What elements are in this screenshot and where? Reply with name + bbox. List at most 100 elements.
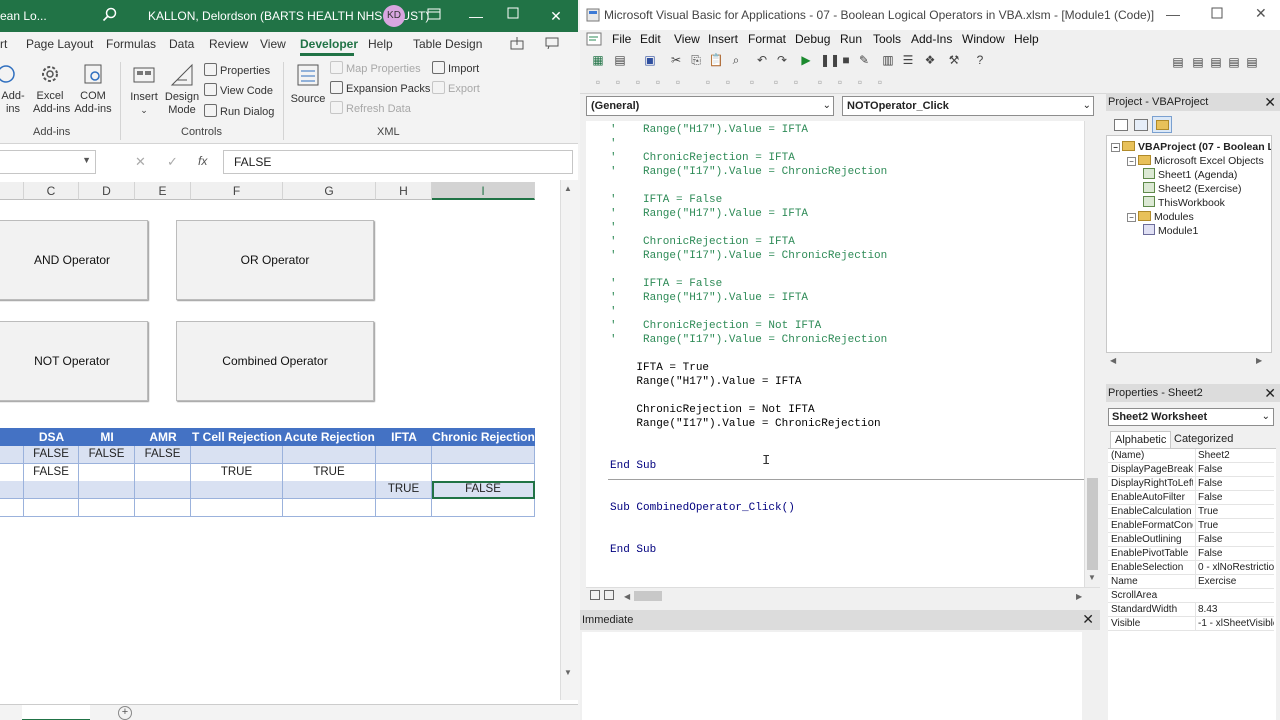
toolbox-icon[interactable]: ⚒ [946, 52, 962, 68]
menu-debug[interactable]: Debug [795, 32, 830, 46]
property-row[interactable]: EnableFormatConditiTrue [1108, 519, 1274, 533]
view-code-button[interactable]: View Code [204, 82, 273, 100]
table-header-cell[interactable]: Acute Rejection [283, 428, 376, 446]
column-header-f[interactable]: F [191, 182, 283, 200]
property-row[interactable]: EnableSelection 0 - xlNoRestrictior [1108, 561, 1274, 575]
table-cell[interactable] [191, 481, 283, 499]
clear-bookmarks-icon[interactable]: ▫ [872, 74, 888, 90]
tree-node[interactable]: − Modules [1127, 210, 1194, 224]
add-sheet-icon[interactable]: + [118, 706, 132, 720]
prev-bookmark-icon[interactable]: ▫ [852, 74, 868, 90]
refresh-data-button[interactable]: Refresh Data [330, 100, 411, 118]
column-header-e[interactable]: E [135, 182, 191, 200]
column-header-b[interactable] [0, 182, 24, 200]
scroll-left-icon[interactable]: ◀ [1110, 356, 1116, 365]
save-icon[interactable]: ▣ [642, 52, 658, 68]
scroll-down-icon[interactable]: ▼ [564, 668, 572, 677]
table-cell[interactable]: TRUE [191, 463, 283, 482]
code-line[interactable]: ' ChronicRejection = IFTA [610, 151, 795, 165]
code-line[interactable]: Range("I17").Value = ChronicRejection [610, 417, 880, 431]
toggle-bookmark-icon[interactable]: ▫ [812, 74, 828, 90]
scroll-right-icon[interactable]: ▶ [1076, 592, 1082, 601]
property-value[interactable]: -1 - xlSheetVisible [1195, 617, 1274, 631]
insert-function-icon[interactable]: fx [198, 154, 207, 168]
run-dialog-button[interactable]: Run Dialog [204, 103, 274, 121]
toggle-folders-icon[interactable] [1152, 116, 1172, 133]
table-cell[interactable] [79, 463, 135, 482]
check-icon[interactable]: ✓ [167, 154, 178, 170]
table-cell[interactable] [24, 498, 79, 517]
project-explorer-icon[interactable]: ▥ [880, 52, 896, 68]
property-value[interactable]: False [1195, 463, 1274, 477]
com-addins-button[interactable]: COM Add-ins [73, 62, 113, 116]
code-line[interactable]: ' [610, 305, 617, 319]
addins-button[interactable]: Add- ins [0, 62, 26, 116]
worksheet-grid[interactable]: CDEFGHI AND Operator OR Operator NOT Ope… [0, 182, 560, 702]
immediate-input[interactable] [582, 632, 1082, 720]
formula-input[interactable]: FALSE [223, 150, 573, 174]
tab-table-design[interactable]: Table Design [413, 37, 482, 51]
quick-info-icon[interactable]: ▫ [630, 74, 646, 90]
menu-tools[interactable]: Tools [873, 32, 901, 46]
property-value[interactable]: Sheet2 [1195, 449, 1274, 463]
table-header-cell[interactable]: T Cell Rejection [191, 428, 283, 446]
userform-icon[interactable]: ▤ [1170, 54, 1186, 70]
tab-data[interactable]: Data [169, 37, 194, 51]
menu-add-ins[interactable]: Add-Ins [911, 32, 952, 46]
search-icon[interactable] [102, 7, 120, 25]
property-value[interactable]: False [1195, 533, 1274, 547]
properties-icon[interactable]: ☰ [900, 52, 916, 68]
scroll-down-icon[interactable]: ▼ [1088, 573, 1096, 582]
procedure-combo[interactable]: NOTOperator_Click ⌄ [842, 96, 1094, 116]
table-cell[interactable] [283, 446, 376, 464]
class-icon[interactable]: ▤ [1208, 54, 1224, 70]
table-cell[interactable]: TRUE [376, 481, 432, 499]
full-module-view-icon[interactable] [604, 590, 614, 600]
table-cell[interactable]: FALSE [24, 446, 79, 464]
menu-run[interactable]: Run [840, 32, 862, 46]
table-cell[interactable] [376, 446, 432, 464]
scroll-up-icon[interactable]: ▲ [564, 184, 572, 193]
tree-node[interactable]: Module1 [1143, 224, 1198, 238]
code-line[interactable]: ' Range("I17").Value = ChronicRejection [610, 165, 887, 179]
table-cell[interactable] [135, 463, 191, 482]
table-header-cell[interactable]: DSA [24, 428, 79, 446]
immediate-scrollbar[interactable] [1082, 632, 1098, 720]
table-cell[interactable]: TRUE [283, 463, 376, 482]
tree-node[interactable]: Sheet2 (Exercise) [1143, 182, 1241, 196]
table-cell[interactable] [432, 498, 535, 517]
property-value[interactable]: False [1195, 547, 1274, 561]
table-cell[interactable] [79, 481, 135, 499]
table-cell[interactable] [0, 481, 24, 499]
maximize-icon[interactable] [507, 7, 525, 25]
maximize-icon[interactable] [1211, 7, 1223, 19]
code-line[interactable]: ' ChronicRejection = IFTA [610, 235, 795, 249]
code-line[interactable]: Range("H17").Value = IFTA [610, 375, 801, 389]
collapse-icon[interactable]: − [1127, 213, 1136, 222]
properties-button[interactable]: Properties [204, 62, 270, 80]
tree-node[interactable]: − Microsoft Excel Objects [1127, 154, 1264, 168]
table-cell[interactable]: FALSE [79, 446, 135, 464]
code-editor[interactable]: ' Range("H17").Value = IFTA ' ' ChronicRej… [586, 121, 1084, 587]
project-tree[interactable]: − VBAProject (07 - Boolean L − Microsoft Ex… [1106, 135, 1272, 353]
table-cell[interactable] [0, 446, 24, 464]
property-value[interactable]: 0 - xlNoRestrictior [1195, 561, 1274, 575]
scroll-left-icon[interactable]: ◀ [624, 592, 630, 601]
table-header-cell[interactable]: AMR [135, 428, 191, 446]
property-value[interactable]: False [1195, 491, 1274, 505]
table-cell[interactable]: FALSE [135, 446, 191, 464]
table-cell[interactable]: FALSE [432, 481, 535, 499]
table-header-cell[interactable]: MI [79, 428, 135, 446]
property-row[interactable]: DisplayRightToLeft False [1108, 477, 1274, 491]
vertical-scrollbar[interactable]: ▲ ▼ [560, 180, 578, 700]
procedure-view-icon[interactable] [590, 590, 600, 600]
complete-word-icon[interactable]: ▫ [670, 74, 686, 90]
column-header-i[interactable]: I [432, 182, 535, 200]
menu-insert[interactable]: Insert [708, 32, 738, 46]
table-header-cell[interactable]: Chronic Rejection [432, 428, 535, 446]
tab-review[interactable]: Review [209, 37, 248, 51]
tree-horizontal-scrollbar[interactable]: ◀ ▶ [1106, 355, 1272, 369]
share-icon[interactable] [510, 36, 524, 50]
table-header-cell[interactable]: IFTA [376, 428, 432, 446]
code-line[interactable]: ' Range("I17").Value = ChronicRejection [610, 333, 887, 347]
